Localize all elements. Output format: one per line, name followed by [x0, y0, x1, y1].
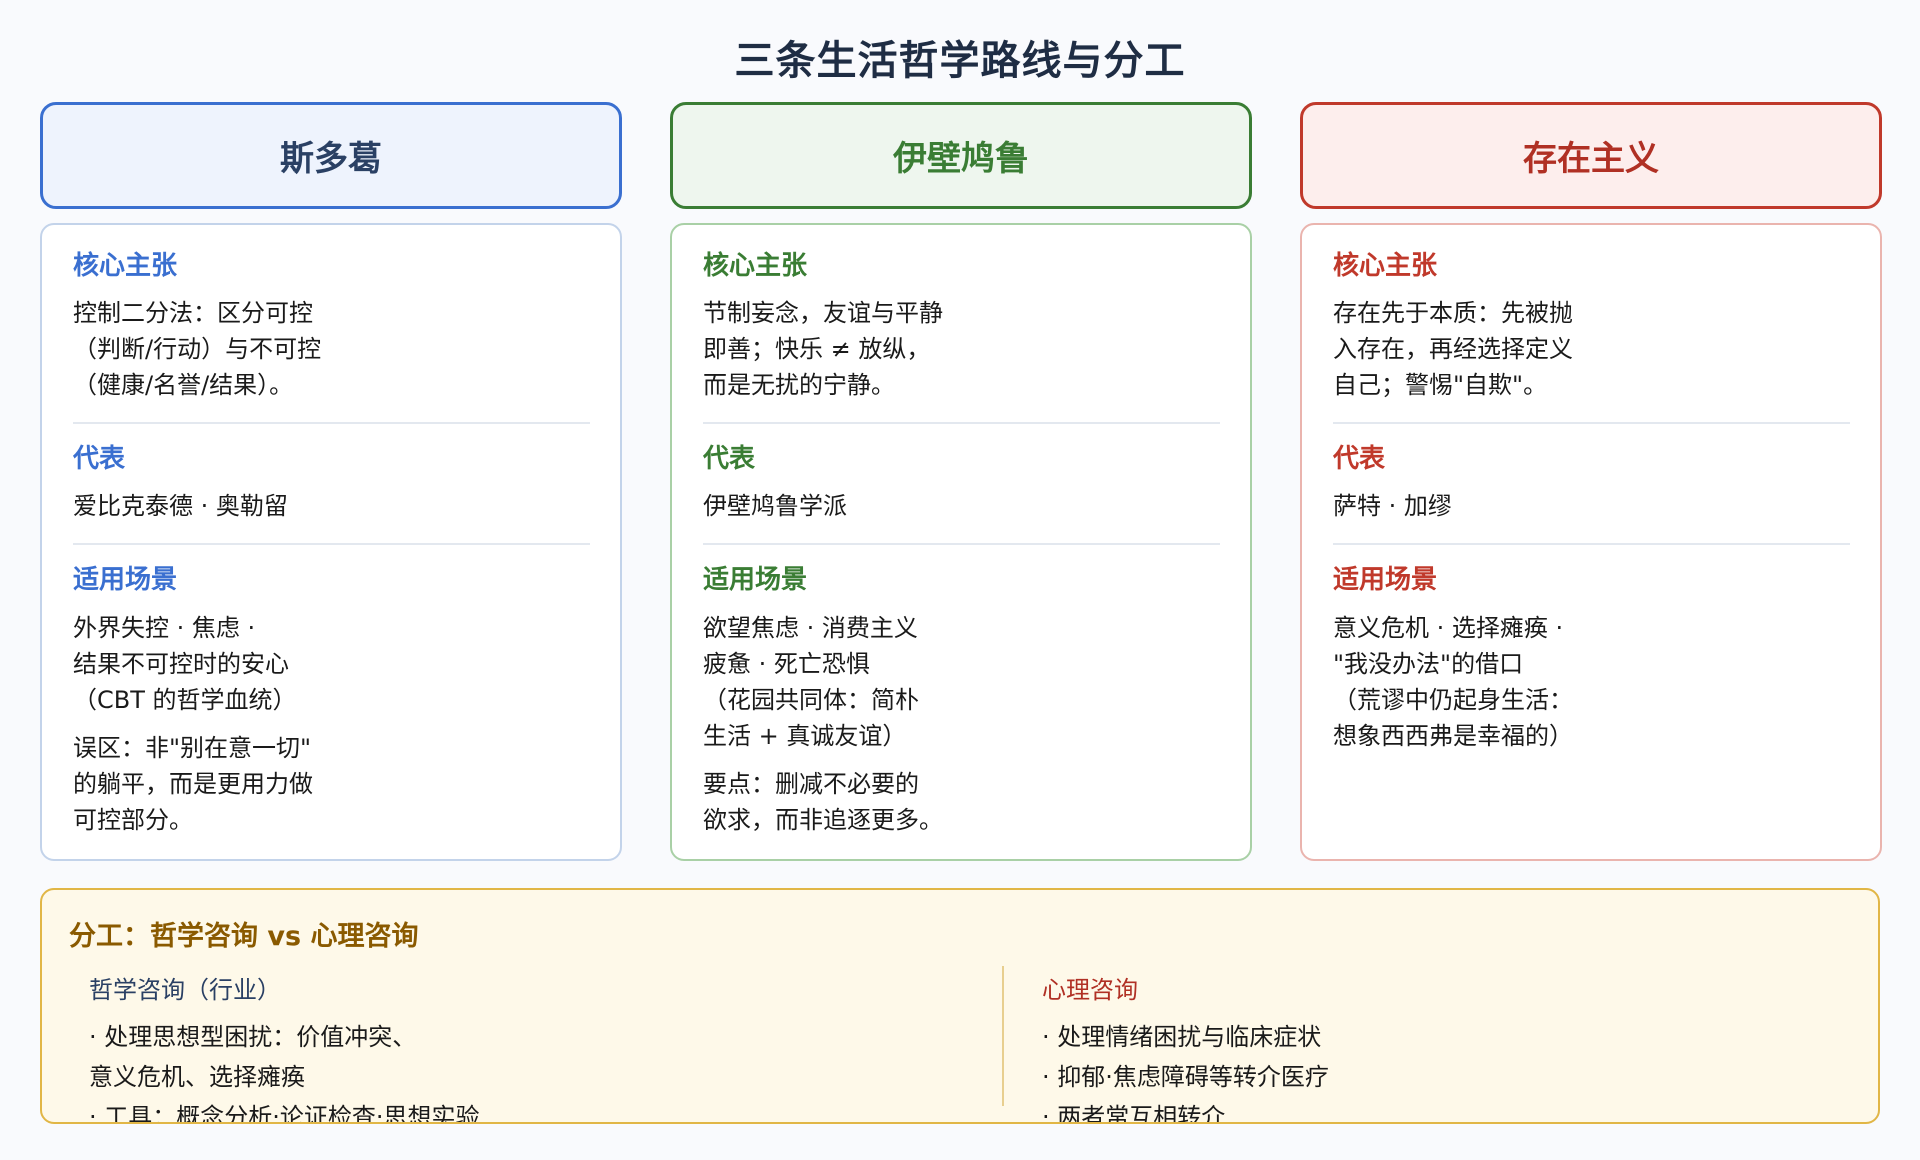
psychological-counseling-label: 心理咨询 — [1042, 976, 1138, 1004]
stoic-rep-text: 爱比克泰德 · 奥勒留 — [73, 492, 288, 521]
existential-rep-text: 萨特 · 加缪 — [1333, 492, 1452, 521]
divider — [1333, 543, 1850, 546]
epicurean-rep-label: 代表 — [703, 444, 756, 475]
existential-header: 存在主义 — [1300, 102, 1882, 209]
stoic-rep-label: 代表 — [73, 444, 126, 475]
existential-scene-text: 意义危机 · 选择瘫痪 · "我没办法"的借口 （荒谬中仍起身生活： 想象西西弗… — [1333, 613, 1573, 750]
divider — [703, 543, 1220, 546]
epicurean-note-text: 要点：删减不必要的 欲求，而非追逐更多。 — [703, 769, 943, 834]
epicurean-header: 伊壁鸠鲁 — [670, 102, 1252, 209]
epicurean-rep-text: 伊壁鸠鲁学派 — [703, 492, 847, 521]
stoic-core-text: 控制二分法：区分可控 （判断/行动）与不可控 （健康/名誉/结果）。 — [73, 299, 322, 400]
page-title: 三条生活哲学路线与分工 — [734, 38, 1186, 84]
existential-card: 核心主张 存在先于本质：先被抛 入存在，再经选择定义 自己；警惕"自欺"。 代表… — [1300, 223, 1882, 861]
stoic-scene-label: 适用场景 — [73, 565, 178, 596]
psychological-counseling-column: 心理咨询 · 处理情绪困扰与临床症状 · 抑郁·焦虑障碍等转介医疗 · 两者常互… — [1042, 970, 1329, 1124]
philosophy-counseling-items: · 处理思想型困扰：价值冲突、 意义危机、选择瘫痪 · 工具：概念分析·论证检查… — [89, 1023, 480, 1124]
existential-core-text: 存在先于本质：先被抛 入存在，再经选择定义 自己；警惕"自欺"。 — [1333, 299, 1573, 400]
divider — [73, 543, 590, 546]
philosophy-counseling-column: 哲学咨询（行业） · 处理思想型困扰：价值冲突、 意义危机、选择瘫痪 · 工具：… — [89, 970, 480, 1124]
existential-scene-label: 适用场景 — [1333, 565, 1438, 596]
epicurean-header-label: 伊壁鸠鲁 — [893, 139, 1029, 179]
psychological-counseling-items: · 处理情绪困扰与临床症状 · 抑郁·焦虑障碍等转介医疗 · 两者常互相转介 — [1042, 1023, 1329, 1124]
epicurean-card: 核心主张 节制妄念，友谊与平静 即善；快乐 ≠ 放纵， 而是无扰的宁静。 代表 … — [670, 223, 1252, 861]
epicurean-scene-text: 欲望焦虑 · 消费主义 疲惫 · 死亡恐惧 （花园共同体：简朴 生活 + 真诚友… — [703, 613, 919, 750]
stoic-core-label: 核心主张 — [73, 251, 178, 281]
stoic-header: 斯多葛 — [40, 102, 622, 209]
column-divider — [1002, 966, 1004, 1106]
epicurean-core-text: 节制妄念，友谊与平静 即善；快乐 ≠ 放纵， 而是无扰的宁静。 — [703, 299, 943, 400]
epicurean-core-label: 核心主张 — [703, 251, 808, 281]
stoic-header-label: 斯多葛 — [280, 139, 382, 179]
philosophy-counseling-label: 哲学咨询（行业） — [89, 976, 281, 1004]
existential-core-label: 核心主张 — [1333, 251, 1438, 281]
existential-rep-label: 代表 — [1333, 444, 1386, 475]
division-title: 分工：哲学咨询 vs 心理咨询 — [69, 921, 419, 952]
stoic-note-text: 误区：非"别在意一切" 的躺平，而是更用力做 可控部分。 — [73, 733, 313, 834]
division-panel: 分工：哲学咨询 vs 心理咨询 哲学咨询（行业） · 处理思想型困扰：价值冲突、… — [40, 888, 1880, 1124]
stoic-card: 核心主张 控制二分法：区分可控 （判断/行动）与不可控 （健康/名誉/结果）。 … — [40, 223, 622, 861]
divider — [1333, 422, 1850, 425]
existential-header-label: 存在主义 — [1523, 139, 1659, 179]
divider — [703, 422, 1220, 425]
epicurean-scene-label: 适用场景 — [703, 565, 808, 596]
divider — [73, 422, 590, 425]
stoic-scene-text: 外界失控 · 焦虑 · 结果不可控时的安心 （CBT 的哲学血统） — [73, 613, 297, 714]
